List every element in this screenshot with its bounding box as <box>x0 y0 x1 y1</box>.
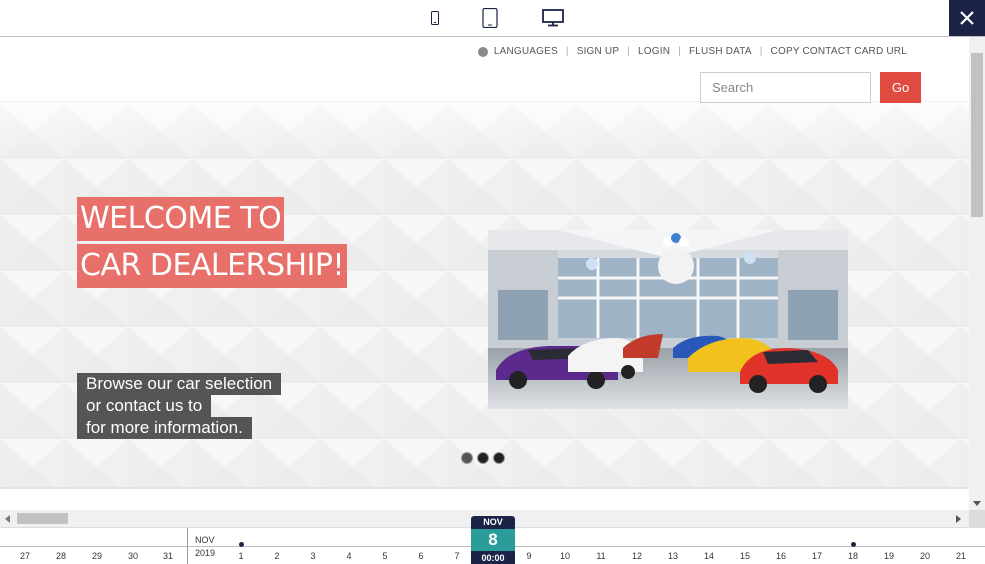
browse-text-line-1: Browse our car selection <box>77 373 282 395</box>
close-icon <box>960 11 974 25</box>
timeline-day[interactable]: 15 <box>735 551 755 561</box>
timeline-day[interactable]: 10 <box>555 551 575 561</box>
section-divider <box>0 487 969 489</box>
site-header: LANGUAGES | SIGN UP | LOGIN | FLUSH DATA… <box>0 37 969 103</box>
login-link[interactable]: LOGIN <box>638 46 670 57</box>
divider: | <box>627 46 631 57</box>
go-button[interactable]: Go <box>880 72 921 103</box>
page-viewport: LANGUAGES | SIGN UP | LOGIN | FLUSH DATA… <box>0 37 985 510</box>
welcome-heading-line-1: WELCOME TO <box>77 197 285 241</box>
timeline-day[interactable]: 30 <box>123 551 143 561</box>
month-divider <box>187 528 188 564</box>
timeline-day[interactable]: 11 <box>591 551 611 561</box>
vertical-scrollbar[interactable] <box>969 37 985 510</box>
month-year-label: NOV 2019 <box>195 534 215 560</box>
event-marker[interactable] <box>851 542 856 547</box>
timeline-day[interactable]: 21 <box>951 551 971 561</box>
languages-link[interactable]: LANGUAGES <box>494 46 558 57</box>
timeline-day[interactable]: 28 <box>51 551 71 561</box>
carousel-dots <box>461 452 505 464</box>
date-timeline: NOV 2019 27 28 29 30 31 1 2 3 4 5 6 7 9 … <box>0 516 985 564</box>
timeline-day[interactable]: 1 <box>231 551 251 561</box>
timeline-day[interactable]: 3 <box>303 551 323 561</box>
timeline-day[interactable]: 7 <box>447 551 467 561</box>
year-label: 2019 <box>195 548 216 558</box>
divider: | <box>759 46 763 57</box>
hero-banner: WELCOME TO CAR DEALERSHIP! Browse our ca… <box>0 103 969 487</box>
mobile-icon[interactable] <box>425 0 445 36</box>
scroll-down-arrow-icon[interactable] <box>973 501 981 506</box>
current-date-marker[interactable]: NOV 8 00:00 <box>471 516 515 564</box>
flush-data-link[interactable]: FLUSH DATA <box>689 46 752 57</box>
copy-contact-card-link[interactable]: COPY CONTACT CARD URL <box>771 46 907 57</box>
tablet-icon[interactable] <box>478 0 502 36</box>
search-input[interactable] <box>700 72 871 103</box>
timeline-day[interactable]: 6 <box>411 551 431 561</box>
close-button[interactable] <box>949 0 985 36</box>
scrollbar-corner <box>969 510 985 527</box>
timeline-day[interactable]: 29 <box>87 551 107 561</box>
top-links: LANGUAGES | SIGN UP | LOGIN | FLUSH DATA… <box>477 46 907 57</box>
vertical-scroll-thumb[interactable] <box>971 53 983 217</box>
timeline-day[interactable]: 16 <box>771 551 791 561</box>
desktop-icon[interactable] <box>538 0 568 36</box>
month-label: NOV <box>195 535 215 545</box>
horizontal-scroll-thumb[interactable] <box>17 513 68 524</box>
browse-text-line-2: or contact us to <box>77 395 212 417</box>
current-time: 00:00 <box>471 551 515 564</box>
current-month: NOV <box>471 516 515 529</box>
event-marker[interactable] <box>239 542 244 547</box>
timeline-day[interactable]: 9 <box>519 551 539 561</box>
timeline-day[interactable]: 17 <box>807 551 827 561</box>
showroom-image <box>488 230 848 409</box>
scroll-left-arrow-icon[interactable] <box>5 515 10 523</box>
carousel-dot[interactable] <box>477 452 489 464</box>
timeline-day[interactable]: 31 <box>158 551 178 561</box>
browse-text-line-3: for more information. <box>77 417 252 439</box>
timeline-day[interactable]: 5 <box>375 551 395 561</box>
timeline-day[interactable]: 20 <box>915 551 935 561</box>
carousel-dot[interactable] <box>461 452 473 464</box>
divider: | <box>678 46 681 57</box>
current-day: 8 <box>471 529 515 551</box>
timeline-day[interactable]: 18 <box>843 551 863 561</box>
timeline-day[interactable]: 13 <box>663 551 683 561</box>
timeline-day[interactable]: 19 <box>879 551 899 561</box>
welcome-heading-line-2: CAR DEALERSHIP! <box>77 244 348 288</box>
timeline-day[interactable]: 12 <box>627 551 647 561</box>
device-toolbar <box>0 0 985 37</box>
timeline-day[interactable]: 4 <box>339 551 359 561</box>
timeline-day[interactable]: 2 <box>267 551 287 561</box>
timeline-day[interactable]: 14 <box>699 551 719 561</box>
carousel-dot[interactable] <box>493 452 505 464</box>
divider: | <box>565 46 569 57</box>
globe-icon <box>477 46 488 57</box>
timeline-day[interactable]: 27 <box>15 551 35 561</box>
sign-up-link[interactable]: SIGN UP <box>577 46 620 57</box>
